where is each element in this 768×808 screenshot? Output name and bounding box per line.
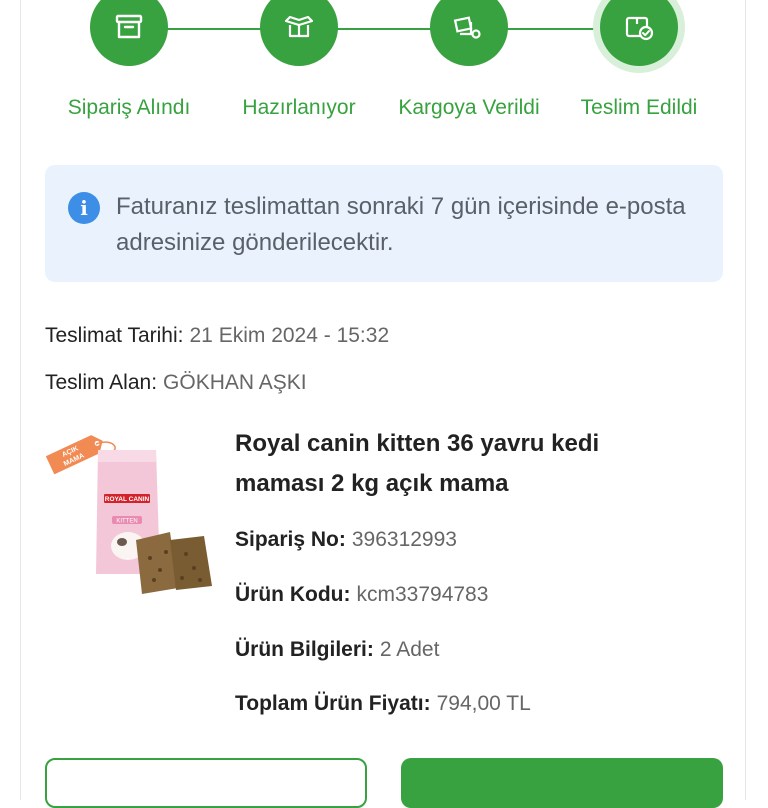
total-price-value: 794,00 TL (436, 692, 531, 715)
product-code-row: Ürün Kodu: kcm33794783 (235, 583, 488, 607)
product-image[interactable]: AÇIK MAMA ROYAL CANIN KITTEN (42, 428, 222, 598)
delivered-check-icon (625, 16, 654, 41)
invoice-info-box: i Faturanız teslimattan sonraki 7 gün iç… (45, 165, 723, 282)
delivery-date-label: Teslimat Tarihi: (45, 324, 184, 347)
product-code-label: Ürün Kodu: (235, 583, 351, 606)
product-info-label: Ürün Bilgileri: (235, 638, 374, 661)
receiver-row: Teslim Alan: GÖKHAN AŞKI (45, 371, 307, 395)
receiver-label: Teslim Alan: (45, 371, 158, 394)
step-label-kargoya-verildi: Kargoya Verildi (398, 96, 540, 119)
svg-text:KITTEN: KITTEN (116, 519, 137, 525)
total-price-label: Toplam Ürün Fiyatı: (235, 692, 431, 715)
order-no-value: 396312993 (351, 528, 457, 551)
invoice-info-text: Faturanız teslimattan sonraki 7 gün içer… (116, 193, 686, 256)
product-code-value: kcm33794783 (356, 583, 489, 606)
step-label-hazirlaniyor: Hazırlanıyor (242, 96, 356, 119)
product-info-value: 2 Adet (379, 638, 440, 661)
info-icon: i (68, 192, 100, 224)
step-label-siparis-alindi: Sipariş Alındı (67, 96, 191, 119)
product-info-row: Ürün Bilgileri: 2 Adet (235, 638, 439, 662)
truck-icon (453, 16, 481, 39)
package-open-icon (284, 15, 314, 38)
primary-action-button[interactable] (401, 758, 723, 808)
order-card (20, 0, 746, 800)
secondary-action-button[interactable] (45, 758, 367, 808)
order-no-row: Sipariş No: 396312993 (235, 528, 457, 552)
open-food-badge: AÇIK MAMA (45, 435, 103, 475)
delivery-date-value: 21 Ekim 2024 - 15:32 (189, 324, 390, 347)
step-connector (167, 28, 263, 30)
product-title[interactable]: Royal canin kitten 36 yavru kedi maması … (235, 424, 675, 504)
step-label-teslim-edildi: Teslim Edildi (580, 96, 698, 119)
step-connector (507, 28, 603, 30)
receiver-value: GÖKHAN AŞKI (163, 371, 307, 394)
step-connector (337, 28, 433, 30)
order-no-label: Sipariş No: (235, 528, 346, 551)
delivery-date-row: Teslimat Tarihi: 21 Ekim 2024 - 15:32 (45, 324, 389, 348)
brand-label: ROYAL CANIN (105, 496, 150, 503)
total-price-row: Toplam Ürün Fiyatı: 794,00 TL (235, 692, 531, 716)
box-icon (115, 14, 143, 39)
